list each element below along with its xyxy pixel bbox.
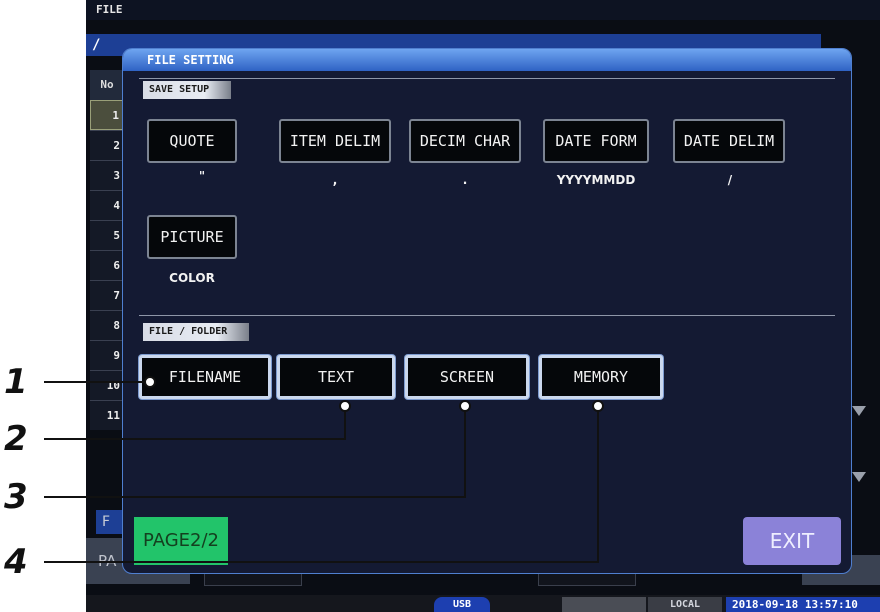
callout-dot-1 [144,376,156,388]
callout-dot-2 [339,400,351,412]
callout-line-2 [44,406,346,440]
callout-dot-4 [592,400,604,412]
callout-lines [44,376,604,563]
callout-number-4: 4 [4,542,28,582]
callout-number-1: 1 [4,362,28,402]
callout-line-4 [44,406,599,563]
callout-number-2: 2 [4,419,28,459]
callout-line-3 [44,406,466,498]
callout-dot-3 [459,400,471,412]
callout-number-3: 3 [4,477,28,517]
